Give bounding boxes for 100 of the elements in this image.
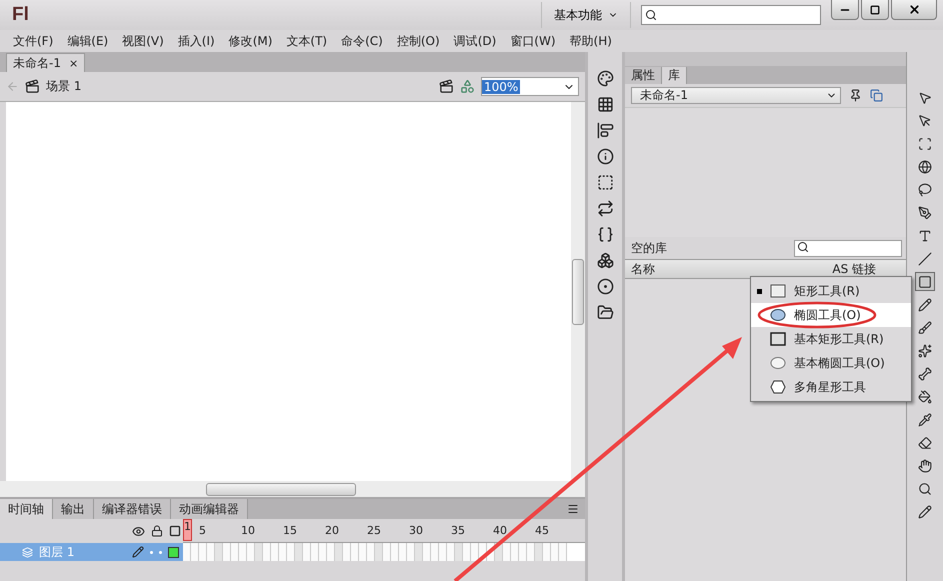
search-icon — [797, 240, 809, 252]
menu-item[interactable]: 控制(O) — [390, 32, 447, 50]
menu-item[interactable]: 调试(D) — [446, 32, 504, 50]
transform-icon — [918, 136, 932, 150]
folder-icon[interactable] — [596, 304, 614, 321]
dots-icon[interactable] — [596, 278, 614, 295]
outline-icon[interactable] — [169, 524, 181, 536]
menu-item[interactable]: 窗口(W) — [503, 32, 563, 50]
oval-icon — [770, 356, 786, 370]
maximize-button[interactable] — [861, 0, 889, 20]
eraser-icon — [918, 436, 932, 450]
pin-icon[interactable] — [849, 89, 862, 102]
hand-icon — [918, 458, 932, 472]
panel-tab[interactable]: 动画编辑器 — [171, 499, 248, 519]
panel-tab[interactable]: 编译器错误 — [94, 499, 171, 519]
frame-number: 10 — [241, 524, 255, 537]
dashed-square-icon[interactable] — [596, 174, 614, 191]
zoom-icon — [918, 482, 932, 496]
rectangle-icon — [918, 274, 932, 288]
swap-icon[interactable] — [596, 200, 614, 217]
oval-icon — [770, 308, 786, 322]
search-field[interactable] — [641, 5, 821, 25]
menu-item[interactable]: 多角星形工具 — [751, 375, 911, 399]
panel-tab[interactable]: 属性 — [625, 67, 662, 84]
frame-number: 30 — [409, 524, 423, 537]
app-logo: Fl — [12, 4, 29, 26]
frame-number: 25 — [367, 524, 381, 537]
menu-item[interactable]: 文件(F) — [6, 32, 60, 50]
palette-icon[interactable] — [596, 70, 614, 87]
frame-number: 15 — [283, 524, 297, 537]
menu-item[interactable]: 编辑(E) — [60, 32, 116, 50]
clapperboard-icon — [25, 79, 40, 94]
pencil-icon — [918, 298, 932, 312]
code-icon[interactable] — [596, 226, 614, 243]
paint-bucket-icon — [918, 390, 932, 404]
panel-tab[interactable]: 输出 — [53, 499, 94, 519]
bone-icon — [918, 366, 932, 380]
lasso-icon — [918, 182, 932, 196]
menu-icon[interactable] — [567, 503, 579, 515]
library-search-field[interactable] — [794, 240, 902, 256]
cubes-icon[interactable] — [596, 252, 614, 269]
menu-item[interactable]: 基本椭圆工具(O) — [751, 351, 911, 375]
rectangle-icon — [770, 284, 786, 298]
layer-color-swatch[interactable] — [168, 546, 179, 558]
eyedropper-icon — [918, 412, 932, 426]
workspace-dropdown[interactable]: 基本功能 — [541, 2, 631, 28]
menu-item[interactable]: 修改(M) — [222, 32, 280, 50]
column-header[interactable]: 名称 — [631, 260, 655, 278]
close-icon — [908, 3, 920, 16]
hexagon-icon — [770, 380, 786, 394]
frame-number: 20 — [325, 524, 339, 537]
menu-item[interactable]: 帮助(H) — [562, 32, 619, 50]
new-library-icon[interactable] — [870, 89, 883, 102]
close-tab-button[interactable]: × — [68, 56, 78, 70]
frame-number: 5 — [199, 524, 206, 537]
library-status: 空的库 — [631, 240, 667, 256]
info-icon[interactable] — [596, 148, 614, 165]
menu-item[interactable]: 视图(V) — [115, 32, 171, 50]
search-icon — [645, 9, 657, 21]
tool-button[interactable] — [915, 272, 935, 291]
grid-icon[interactable] — [596, 96, 614, 113]
pen-icon — [918, 206, 932, 220]
layer-name: 图层 1 — [39, 544, 76, 560]
sphere-icon — [918, 160, 932, 174]
close-button[interactable] — [891, 0, 937, 20]
horizontal-scrollbar[interactable] — [0, 481, 585, 497]
column-header[interactable]: AS 链接 — [832, 260, 876, 278]
playhead[interactable]: 1 — [183, 519, 192, 541]
scene-name: 场景 1 — [46, 78, 82, 95]
menu-item[interactable]: 文本(T) — [279, 32, 334, 50]
document-tab[interactable]: 未命名-1 × — [6, 53, 86, 72]
zoom-field[interactable]: 100% — [481, 77, 579, 96]
vertical-scrollbar[interactable] — [571, 102, 585, 481]
text-icon — [918, 228, 932, 242]
brush-icon — [918, 320, 932, 334]
pencil-icon — [132, 546, 144, 558]
eye-icon[interactable] — [132, 524, 145, 538]
maximize-icon — [870, 4, 880, 14]
minimize-button[interactable] — [831, 0, 859, 20]
lock-icon[interactable] — [151, 524, 163, 536]
line-icon — [918, 252, 932, 266]
menu-item[interactable]: 基本矩形工具(R) — [751, 327, 911, 351]
menu-item[interactable]: 命令(C) — [334, 32, 390, 50]
frame-number: 45 — [535, 524, 549, 537]
menu-item[interactable]: 矩形工具(R) — [751, 279, 911, 303]
panel-tab[interactable]: 时间轴 — [0, 499, 53, 519]
menu-item[interactable]: 插入(I) — [170, 32, 222, 50]
sparkle-icon — [918, 344, 932, 358]
edit-symbol-icon[interactable] — [460, 79, 475, 94]
edit-scene-icon[interactable] — [439, 79, 454, 94]
panel-tab[interactable]: 库 — [662, 67, 687, 84]
arrow-pointer-icon — [918, 90, 932, 104]
align-icon[interactable] — [596, 122, 614, 139]
frame-number: 35 — [451, 524, 465, 537]
pencil-icon — [918, 504, 932, 518]
document-dropdown[interactable]: 未命名-1 — [631, 87, 841, 104]
rectangle-icon — [770, 332, 786, 346]
frame-cells[interactable] — [183, 543, 585, 561]
layer-icon — [22, 546, 33, 558]
pointer-icon — [918, 114, 932, 128]
